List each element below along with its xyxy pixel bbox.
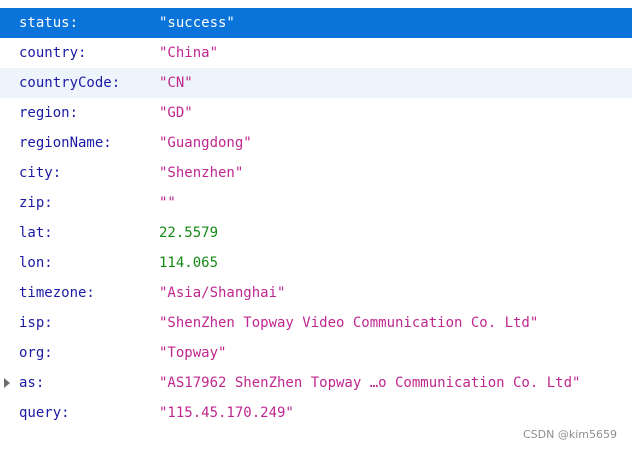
watermark: CSDN @kim5659: [523, 428, 617, 441]
json-key: region:: [19, 105, 79, 121]
json-key: isp:: [19, 315, 53, 331]
json-row-region[interactable]: region: "GD": [0, 98, 632, 128]
json-key: lon:: [19, 255, 53, 271]
json-value: "AS17962 ShenZhen Topway …o Communicatio…: [159, 375, 581, 391]
json-key: country:: [19, 45, 87, 61]
json-value: "Guangdong": [159, 135, 252, 151]
json-row-country[interactable]: country: "China": [0, 38, 632, 68]
json-value: "GD": [159, 105, 193, 121]
json-row-zip[interactable]: zip: "": [0, 188, 632, 218]
json-row-org[interactable]: org: "Topway": [0, 338, 632, 368]
json-row-city[interactable]: city: "Shenzhen": [0, 158, 632, 188]
json-value: "": [159, 195, 176, 211]
json-row-lat[interactable]: lat: 22.5579: [0, 218, 632, 248]
expand-arrow-icon[interactable]: [3, 368, 13, 398]
json-value: 22.5579: [159, 225, 219, 241]
json-value: 114.065: [159, 255, 219, 271]
json-row-isp[interactable]: isp: "ShenZhen Topway Video Communicatio…: [0, 308, 632, 338]
json-value: "ShenZhen Topway Video Communication Co.…: [159, 315, 539, 331]
json-key: as:: [19, 375, 45, 391]
json-value: "success": [159, 15, 235, 31]
json-key: city:: [19, 165, 62, 181]
json-row-query[interactable]: query: "115.45.170.249": [0, 398, 632, 428]
json-viewer: status: "success" country: "China" count…: [0, 8, 632, 428]
json-key: regionName:: [19, 135, 112, 151]
json-value: "Shenzhen": [159, 165, 244, 181]
json-row-timezone[interactable]: timezone: "Asia/Shanghai": [0, 278, 632, 308]
json-value: "China": [159, 45, 219, 61]
json-value: "Topway": [159, 345, 227, 361]
json-key: timezone:: [19, 285, 95, 301]
json-key: org:: [19, 345, 53, 361]
json-row-regionname[interactable]: regionName: "Guangdong": [0, 128, 632, 158]
json-key: query:: [19, 405, 70, 421]
json-row-countrycode[interactable]: countryCode: "CN": [0, 68, 632, 98]
json-value: "CN": [159, 75, 193, 91]
json-row-status[interactable]: status: "success": [0, 8, 632, 38]
json-row-as[interactable]: as: "AS17962 ShenZhen Topway …o Communic…: [0, 368, 632, 398]
json-key: countryCode:: [19, 75, 121, 91]
json-row-lon[interactable]: lon: 114.065: [0, 248, 632, 278]
json-value: "Asia/Shanghai": [159, 285, 286, 301]
json-value: "115.45.170.249": [159, 405, 294, 421]
json-key: status:: [19, 15, 79, 31]
json-key: zip:: [19, 195, 53, 211]
json-key: lat:: [19, 225, 53, 241]
